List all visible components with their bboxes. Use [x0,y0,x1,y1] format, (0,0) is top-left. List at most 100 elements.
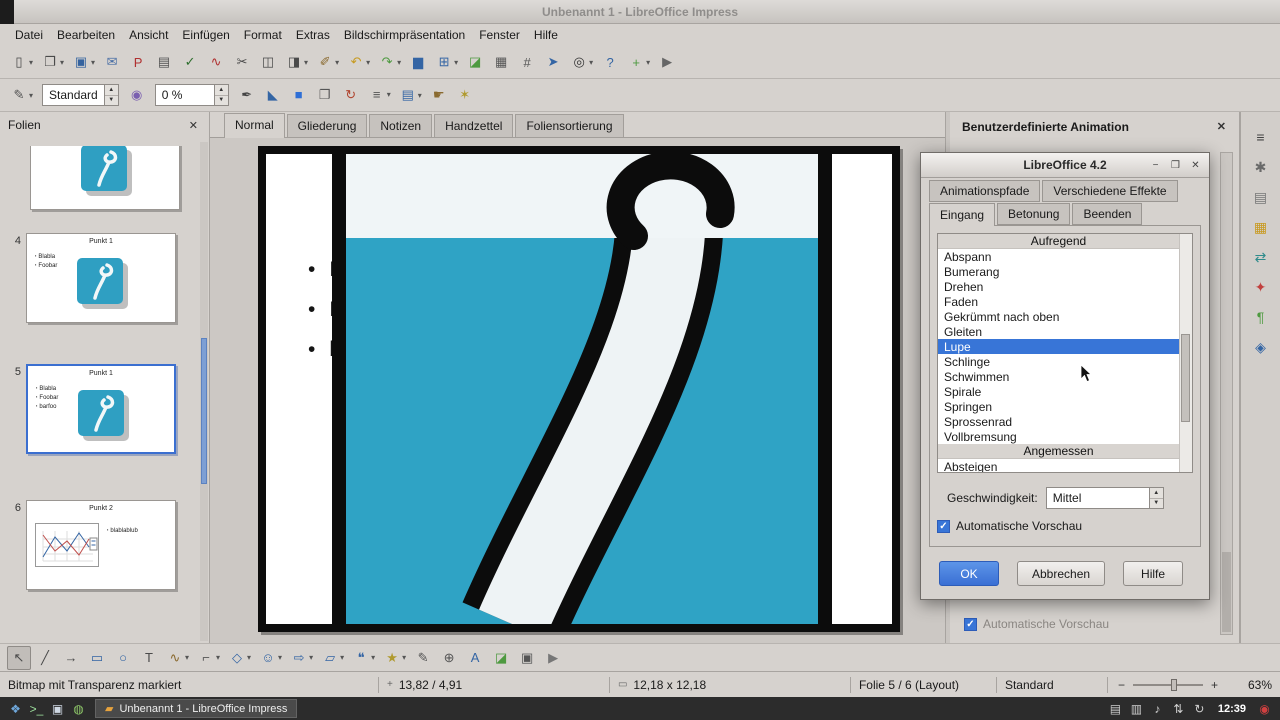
save-icon[interactable]: ▣ ▾ [69,50,98,74]
flowchart-icon[interactable]: ▱ ▾ [318,646,347,670]
dialog-tab[interactable]: Animationspfade [929,180,1041,202]
auto-preview-checkbox[interactable] [964,617,977,631]
rotate-icon[interactable]: ↻ [339,83,363,107]
help-icon[interactable]: ? [598,50,622,74]
slide-thumbnail[interactable]: 6 Punkt 2 blablablub [0,500,176,590]
dropdown-arrow-icon[interactable]: ▾ [247,653,251,662]
effect-item[interactable]: Lupe [938,339,1179,354]
dropdown-arrow-icon[interactable]: ▾ [29,58,33,67]
stepper-up-icon[interactable]: ▲ [1149,488,1163,498]
effect-item[interactable]: Gleiten [938,324,1179,339]
navigator-icon[interactable]: ➤ [541,50,565,74]
power-icon[interactable]: ◉ [1254,699,1275,718]
rectangle-icon[interactable]: ▭ [85,646,109,670]
connector-icon[interactable]: ⌐ ▾ [194,646,223,670]
zoom-slider[interactable] [1132,678,1203,691]
stepper-up-icon[interactable]: ▲ [214,85,228,95]
zoom-percent[interactable]: 63% [1228,672,1280,697]
menu-item[interactable]: Extras [289,25,337,45]
line-style-icon[interactable]: ✒ [235,83,259,107]
copy-icon[interactable]: ◫ [256,50,280,74]
effect-item[interactable]: Schlinge [938,354,1179,369]
zoom-icon[interactable]: ◎ ▾ [567,50,596,74]
stars-icon[interactable]: ★ ▾ [380,646,409,670]
slide-canvas[interactable]: BlablaFoobarbarfoo [210,138,950,643]
select-icon[interactable]: ↖ [7,645,31,670]
stepper-down-icon[interactable]: ▼ [104,94,118,105]
extension-icon[interactable]: + ▾ [624,50,653,74]
dropdown-arrow-icon[interactable]: ▾ [589,58,593,67]
terminal-icon[interactable]: >_ [26,699,47,718]
speed-combobox[interactable]: Mittel ▲ ▼ [1045,487,1164,509]
insert-image-icon[interactable]: ◪ [489,646,513,670]
slide-info[interactable]: Folie 5 / 6 (Layout) [851,672,996,697]
cut-icon[interactable]: ✂ [230,50,254,74]
zoom-out-icon[interactable]: − [1116,678,1127,692]
keyboard-layout-icon[interactable]: ▥ [1126,699,1147,718]
zoom-in-icon[interactable]: + [1209,678,1220,692]
email-icon[interactable]: ✉ [100,50,124,74]
effect-item[interactable]: Gekrümmt nach oben [938,309,1179,324]
help-button[interactable]: Hilfe [1123,561,1184,586]
dropdown-arrow-icon[interactable]: ▾ [397,58,401,67]
effect-item[interactable]: Faden [938,294,1179,309]
animation-effects-icon[interactable]: ✶ [453,83,477,107]
dialog-tab[interactable]: Verschiedene Effekte [1042,180,1178,202]
effect-item[interactable]: Spirale [938,384,1179,399]
media-icon[interactable]: ▶ [655,50,679,74]
slides-panel-close-icon[interactable]: ✕ [186,118,201,133]
menu-item[interactable]: Fenster [472,25,527,45]
window-titlebar[interactable]: Unbenannt 1 - LibreOffice Impress [0,0,1280,24]
gallery-icon[interactable]: ▦ [1248,214,1274,240]
line-icon[interactable]: ╱ [33,646,57,670]
browser-icon[interactable]: ◍ [68,699,89,718]
image-icon[interactable]: ◪ [463,50,487,74]
dropdown-arrow-icon[interactable]: ▾ [402,653,406,662]
view-tab[interactable]: Gliederung [286,114,368,137]
dropdown-arrow-icon[interactable]: ▾ [387,90,391,99]
glue-points-icon[interactable]: ⊕ [437,646,461,670]
dropdown-arrow-icon[interactable]: ▾ [216,653,220,662]
style-combobox[interactable]: Standard ▲ ▼ [42,84,119,106]
text-icon[interactable]: T [137,646,161,670]
dropdown-arrow-icon[interactable]: ▾ [335,58,339,67]
block-arrows-icon[interactable]: ⇨ ▾ [287,646,316,670]
dialog-tab[interactable]: Eingang [929,203,996,226]
table-icon[interactable]: ⊞ ▾ [432,50,461,74]
dialog-titlebar[interactable]: LibreOffice 4.2 − ❒ ✕ [921,153,1209,178]
template-name[interactable]: Standard [997,672,1107,697]
curve-icon[interactable]: ∿ ▾ [163,646,192,670]
snapshot-icon[interactable]: ▣ [515,646,539,670]
ellipse-icon[interactable]: ○ [111,646,135,670]
open-document-icon[interactable]: ❐ ▾ [38,50,67,74]
symbol-shapes-icon[interactable]: ☺ ▾ [256,646,285,670]
stepper-down-icon[interactable]: ▼ [1149,497,1163,508]
view-tab[interactable]: Handzettel [434,114,514,137]
applications-menu-icon[interactable]: ❖ [5,699,26,718]
effect-item[interactable]: Schwimmen [938,369,1179,384]
minimize-icon[interactable]: − [1147,157,1164,173]
paste-icon[interactable]: ◨ ▾ [282,50,311,74]
view-tab[interactable]: Notizen [369,114,433,137]
menu-item[interactable]: Einfügen [175,25,236,45]
slide-bitmap-image[interactable] [332,154,832,624]
dropdown-arrow-icon[interactable]: ▾ [60,58,64,67]
stepper-up-icon[interactable]: ▲ [104,85,118,95]
view-tab[interactable]: Foliensortierung [515,114,624,137]
master-pages-icon[interactable]: ▤ [1248,184,1274,210]
volume-icon[interactable]: ♪ [1147,699,1168,718]
dialog-tab[interactable]: Beenden [1072,203,1143,225]
shadow-icon[interactable]: ❐ [313,83,337,107]
properties-icon[interactable]: ✱ [1248,154,1274,180]
panel-close-icon[interactable]: ✕ [1214,119,1229,134]
arrow-icon[interactable]: → [59,646,83,670]
file-manager-icon[interactable]: ▣ [47,699,68,718]
restore-icon[interactable]: ❒ [1167,157,1184,173]
effect-item[interactable]: Bumerang [938,264,1179,279]
basic-shapes-icon[interactable]: ◇ ▾ [225,646,254,670]
dropdown-arrow-icon[interactable]: ▾ [91,58,95,67]
cancel-button[interactable]: Abbrechen [1017,561,1106,586]
menu-item[interactable]: Bearbeiten [50,25,122,45]
zoom-slider-thumb[interactable] [1171,678,1178,691]
dropdown-arrow-icon[interactable]: ▾ [646,58,650,67]
